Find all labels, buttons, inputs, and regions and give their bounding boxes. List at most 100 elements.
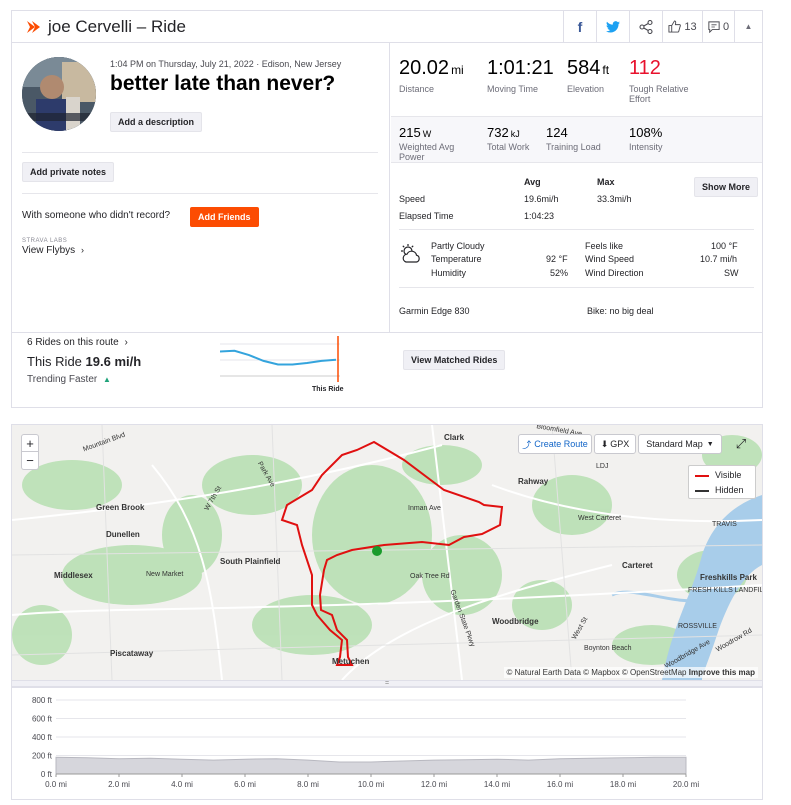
humidity-label: Humidity xyxy=(431,268,467,278)
x-tick-label: 14.0 mi xyxy=(484,780,510,789)
wind-direction-value: SW xyxy=(724,268,739,278)
view-matched-rides-button[interactable]: View Matched Rides xyxy=(403,350,506,370)
add-private-notes-button[interactable]: Add private notes xyxy=(22,162,115,182)
visible-line-swatch xyxy=(695,475,709,477)
with-someone-text: With someone who didn't record? xyxy=(22,210,171,221)
speed-label: Speed xyxy=(399,194,426,204)
elevation-area xyxy=(55,756,687,775)
divider xyxy=(12,332,762,333)
this-ride-speed: This Ride 19.6 mi/h xyxy=(27,354,141,369)
map-type-select[interactable]: Standard Map ▼ xyxy=(638,434,722,454)
stat-relative-effort-label: Tough Relative Effort xyxy=(629,84,689,104)
map-place-label: West Carteret xyxy=(578,515,622,522)
comment-button[interactable]: 0 xyxy=(702,11,734,42)
rides-on-route-label: 6 Rides on this route xyxy=(27,337,119,348)
add-friends-button[interactable]: Add Friends xyxy=(190,207,259,227)
stat-training-load-label: Training Load xyxy=(546,142,601,152)
x-tick-label: 8.0 mi xyxy=(297,780,319,789)
kudos-count: 13 xyxy=(684,20,697,33)
comment-count: 0 xyxy=(722,20,730,33)
legend-visible: Visible xyxy=(715,470,742,480)
map-place-label: Inman Ave xyxy=(408,505,441,512)
stat-intensity-value: 108% xyxy=(629,125,663,140)
stat-distance-value: 20.02 mi xyxy=(399,57,464,79)
map-place-label: Carteret xyxy=(622,561,653,570)
wind-speed-label: Wind Speed xyxy=(585,254,635,264)
rides-on-route-link[interactable]: 6 Rides on this route › xyxy=(27,337,128,348)
collapse-button[interactable]: ▲ xyxy=(734,11,762,42)
route-speed-sparkline xyxy=(220,336,340,382)
trend-label: Trending Faster xyxy=(27,374,98,385)
map-place-label: Woodbridge xyxy=(492,617,539,626)
weather-condition: Partly Cloudy xyxy=(431,241,485,251)
thumbs-up-icon xyxy=(668,20,682,33)
humidity-value: 52% xyxy=(550,268,569,278)
resize-handle[interactable]: = xyxy=(12,680,762,687)
map-place-label: LDJ xyxy=(596,463,609,470)
y-tick-label: 800 ft xyxy=(32,696,53,705)
caret-down-icon: ▼ xyxy=(706,440,714,448)
map-place-label: FRESH KILLS LANDFILL xyxy=(688,587,762,594)
improve-map-link[interactable]: Improve this map xyxy=(689,668,755,677)
comment-icon xyxy=(708,20,720,33)
map-place-label: TRAVIS xyxy=(712,521,737,528)
stat-elevation-value: 584 ft xyxy=(567,57,610,79)
gpx-download-button[interactable]: ⬇ GPX xyxy=(594,434,636,454)
bike-name: Bike: no big deal xyxy=(587,306,654,316)
zoom-in-button[interactable]: + xyxy=(21,434,39,452)
stat-power-label: Weighted Avg Power xyxy=(399,142,455,162)
elapsed-time-label: Elapsed Time xyxy=(399,211,454,221)
x-tick-label: 12.0 mi xyxy=(421,780,447,789)
x-tick-label: 4.0 mi xyxy=(171,780,193,789)
route-map[interactable]: Clark Rahway Green Brook Dunellen Middlesex N… xyxy=(12,425,762,680)
map-place-label: Freshkills Park xyxy=(700,573,757,582)
attribution-text: © Natural Earth Data © Mapbox © OpenStre… xyxy=(506,668,687,677)
map-place-label: Piscataway xyxy=(110,649,154,658)
this-ride-value: 19.6 mi/h xyxy=(85,354,142,369)
activity-name: better late than never? xyxy=(110,72,336,95)
this-ride-label: This Ride xyxy=(27,354,82,369)
activity-stats: 20.02 mi Distance 1:01:21 Moving Time 584… xyxy=(391,43,762,332)
sparkline-series xyxy=(220,349,337,366)
y-tick-label: 0 ft xyxy=(41,770,53,779)
chevron-right-icon: › xyxy=(80,245,84,255)
device-name: Garmin Edge 830 xyxy=(399,306,470,316)
kudos-button[interactable]: 13 xyxy=(662,11,702,42)
view-flybys-link[interactable]: View Flybys › xyxy=(22,245,84,256)
map-place-label: Dunellen xyxy=(106,530,140,539)
facebook-share-button[interactable]: f xyxy=(563,11,596,42)
fullscreen-button[interactable]: ⤢ xyxy=(730,434,752,454)
start-marker xyxy=(372,546,382,556)
stat-elevation-label: Elevation xyxy=(567,84,605,94)
hidden-line-swatch xyxy=(695,490,709,492)
avatar[interactable] xyxy=(22,57,96,131)
athlete-photo xyxy=(22,57,96,131)
elevation-chart[interactable]: 0 ft 200 ft 400 ft 600 ft 800 ft 0.0 mi 2.0 mi… xyxy=(12,687,762,799)
divider xyxy=(399,287,754,288)
map-place-label: New Market xyxy=(146,571,184,578)
route-icon: ⤴ xyxy=(522,439,532,450)
y-tick-label: 200 ft xyxy=(32,752,53,761)
create-route-button[interactable]: ⤴ Create Route xyxy=(518,434,592,454)
feels-like-value: 100 °F xyxy=(711,241,738,251)
legend-hidden: Hidden xyxy=(715,485,744,495)
col-max-header: Max xyxy=(597,177,615,187)
zoom-out-button[interactable]: − xyxy=(21,452,39,470)
x-tick-label: 2.0 mi xyxy=(108,780,130,789)
this-ride-marker-label: This Ride xyxy=(312,386,344,393)
stat-distance-label: Distance xyxy=(399,84,435,94)
facebook-icon: f xyxy=(577,18,583,35)
add-description-button[interactable]: Add a description xyxy=(110,112,203,132)
stat-work-label: Total Work xyxy=(487,142,530,152)
show-more-button[interactable]: Show More xyxy=(694,177,759,197)
twitter-share-button[interactable] xyxy=(596,11,629,42)
share-button[interactable] xyxy=(629,11,662,42)
stat-moving-time-value: 1:01:21 xyxy=(487,57,554,79)
stat-relative-effort-value[interactable]: 112 xyxy=(629,57,661,80)
activity-meta: 1:04 PM on Thursday, July 21, 2022 · Edi… xyxy=(110,59,342,69)
divider xyxy=(22,193,378,194)
x-tick-label: 6.0 mi xyxy=(234,780,256,789)
map-attribution: © Natural Earth Data © Mapbox © OpenStre… xyxy=(503,667,758,678)
map-place-label: ROSSVILLE xyxy=(678,623,717,630)
stat-power-value: 215 W xyxy=(399,125,432,140)
